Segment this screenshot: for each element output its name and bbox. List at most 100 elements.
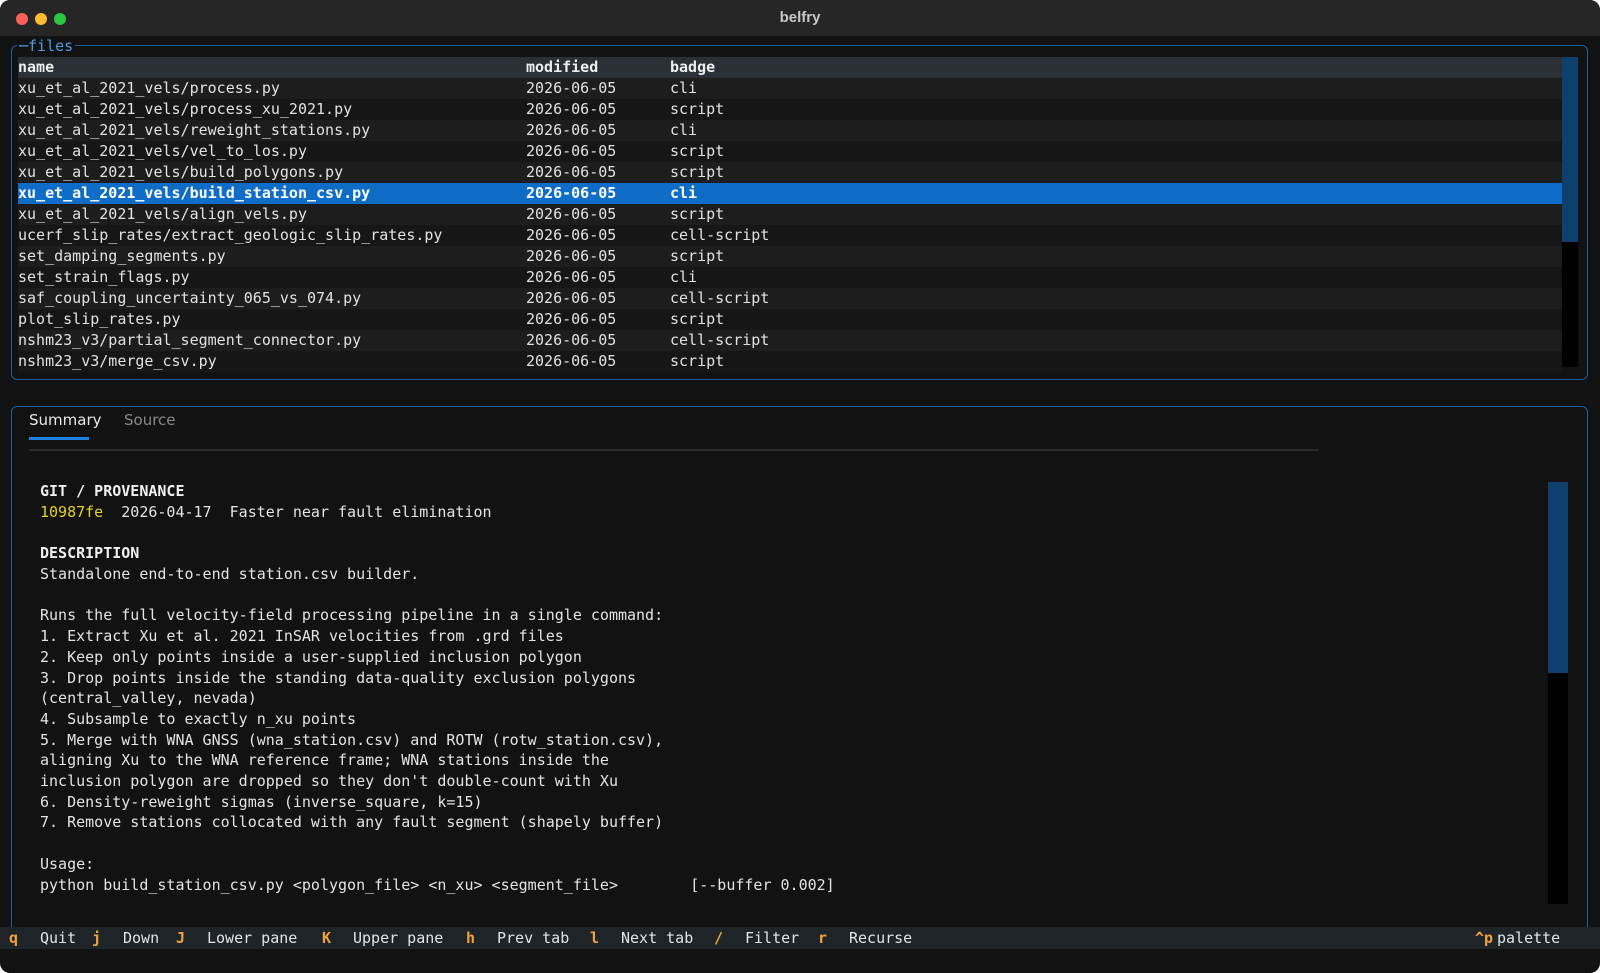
binding-label[interactable]: Next tab (621, 927, 693, 949)
tab-source[interactable]: Source (124, 411, 176, 429)
file-badge-cell: script (670, 247, 725, 265)
description-heading: DESCRIPTION (40, 544, 140, 562)
file-row[interactable]: xu_et_al_2021_vels/process.py 2026-06-05 c… (18, 78, 1562, 99)
file-modified-cell: 2026-06-05 (526, 310, 617, 328)
binding-key[interactable]: r (818, 927, 827, 949)
description-line: inclusion polygon are dropped so they do… (40, 772, 618, 790)
file-badge-cell: cell-script (670, 226, 770, 244)
description-line: (central_valley, nevada) (40, 689, 257, 708)
file-name-cell: xu_et_al_2021_vels/process_xu_2021.py (18, 100, 353, 118)
files-scrollbar-thumb[interactable] (1562, 57, 1578, 242)
file-modified-cell: 2026-06-05 (526, 352, 617, 370)
file-modified-cell: 2026-06-05 (526, 205, 617, 223)
tab-divider (29, 449, 1319, 451)
file-row[interactable]: set_damping_segments.py 2026-06-05 script (18, 246, 1562, 267)
description-line: aligning Xu to the WNA reference frame; … (40, 751, 609, 770)
binding-label[interactable]: Prev tab (497, 927, 569, 949)
detail-scrollbar-thumb[interactable] (1548, 482, 1568, 673)
file-row[interactable]: nshm23_v3/partial_segment_connector.py 20… (18, 330, 1562, 351)
file-row[interactable]: xu_et_al_2021_vels/align_vels.py 2026-06-… (18, 204, 1562, 225)
file-row[interactable]: plot_slip_rates.py 2026-06-05 script (18, 309, 1562, 330)
file-row[interactable]: nshm23_v3/merge_csv.py 2026-06-05 script (18, 351, 1562, 372)
file-badge-cell: cell-script (670, 289, 770, 307)
file-name-cell: nshm23_v3/merge_csv.py (18, 352, 217, 370)
key-bindings-footer: q Quit j Down J Lower pane K Upper pane h Prev ta… (0, 927, 1600, 949)
tab-summary[interactable]: Summary (29, 411, 102, 429)
file-name-cell: xu_et_al_2021_vels/reweight_stations.py (18, 121, 371, 139)
binding-key[interactable]: h (466, 927, 475, 949)
file-name-cell: set_damping_segments.py (18, 247, 226, 265)
description-line: Runs the full velocity-field processing … (40, 606, 664, 625)
description-line: Usage: (40, 854, 95, 873)
commit-date: 2026-04-17 (121, 503, 212, 521)
file-modified-cell: 2026-06-05 (526, 163, 617, 181)
column-header-name[interactable]: name (18, 57, 54, 78)
file-badge-cell: cell-script (670, 331, 770, 349)
binding-label[interactable]: Lower pane (207, 927, 297, 949)
description-line: 5. Merge with WNA GNSS (wna_station.csv)… (40, 730, 664, 749)
file-badge-cell: script (670, 310, 725, 328)
files-table-header: name modified badge (18, 57, 1562, 78)
binding-key[interactable]: q (9, 927, 18, 949)
files-legend-text: files (28, 37, 74, 55)
file-modified-cell: 2026-06-05 (526, 289, 617, 307)
binding-key[interactable]: l (590, 927, 599, 949)
file-name-cell: saf_coupling_uncertainty_065_vs_074.py (18, 289, 362, 307)
file-row[interactable]: xu_et_al_2021_vels/process_xu_2021.py 202… (18, 99, 1562, 120)
binding-key[interactable]: / (714, 927, 723, 949)
description-line: 7. Remove stations collocated with any f… (40, 813, 664, 832)
file-row[interactable]: xu_et_al_2021_vels/vel_to_los.py 2026-06-… (18, 141, 1562, 162)
file-modified-cell: 2026-06-05 (526, 121, 617, 139)
description-line: python build_station_csv.py <polygon_fil… (40, 875, 835, 894)
commit-hash[interactable]: 10987fe (40, 503, 103, 521)
palette-key[interactable]: ^p (1475, 927, 1493, 949)
file-name-cell: ucerf_slip_rates/extract_geologic_slip_r… (18, 226, 443, 244)
binding-label[interactable]: Recurse (849, 927, 912, 949)
binding-label[interactable]: Filter (745, 927, 799, 949)
file-modified-cell: 2026-06-05 (526, 247, 617, 265)
file-modified-cell: 2026-06-05 (526, 331, 617, 349)
file-row[interactable]: xu_et_al_2021_vels/build_station_csv.py 2… (18, 183, 1562, 204)
file-row[interactable]: xu_et_al_2021_vels/build_polygons.py 2026… (18, 162, 1562, 183)
column-header-badge[interactable]: badge (670, 57, 715, 78)
file-name-cell: plot_slip_rates.py (18, 310, 181, 328)
file-row[interactable]: ucerf_slip_rates/extract_geologic_slip_r… (18, 225, 1562, 246)
file-badge-cell: script (670, 205, 725, 223)
file-row[interactable]: saf_coupling_uncertainty_065_vs_074.py 20… (18, 288, 1562, 309)
file-modified-cell: 2026-06-05 (526, 79, 617, 97)
binding-key[interactable]: K (322, 927, 331, 949)
binding-key[interactable]: J (176, 927, 185, 949)
file-name-cell: xu_et_al_2021_vels/align_vels.py (18, 205, 307, 223)
file-modified-cell: 2026-06-05 (526, 268, 617, 286)
file-modified-cell: 2026-06-05 (526, 142, 617, 160)
binding-label[interactable]: Down (123, 927, 159, 949)
file-modified-cell: 2026-06-05 (526, 226, 617, 244)
description-line: 3. Drop points inside the standing data-… (40, 668, 637, 687)
binding-label[interactable]: Upper pane (353, 927, 443, 949)
description-line: 4. Subsample to exactly n_xu points (40, 709, 357, 728)
file-badge-cell: script (670, 163, 725, 181)
active-tab-underline (29, 437, 89, 440)
binding-label[interactable]: Quit (40, 927, 76, 949)
window-title: belfry (779, 9, 821, 26)
palette-label[interactable]: palette (1497, 927, 1560, 949)
file-badge-cell: cli (670, 121, 698, 139)
terminal-window: belfry ─files name modified badge xu_et_… (0, 0, 1600, 973)
file-row[interactable]: xu_et_al_2021_vels/reweight_stations.py 2… (18, 120, 1562, 141)
column-header-modified[interactable]: modified (526, 57, 598, 78)
file-badge-cell: cli (670, 268, 698, 286)
files-panel-title: ─files (17, 37, 76, 55)
file-modified-cell: 2026-06-05 (526, 100, 617, 118)
description-line: 1. Extract Xu et al. 2021 InSAR velociti… (40, 627, 564, 646)
file-row[interactable]: set_strain_flags.py 2026-06-05 cli (18, 267, 1562, 288)
git-provenance-heading: GIT / PROVENANCE (40, 482, 185, 500)
title-bar: belfry (0, 0, 1600, 36)
description-line: Standalone end-to-end station.csv builde… (40, 565, 420, 583)
file-name-cell: set_strain_flags.py (18, 268, 190, 286)
description-line: 6. Density-reweight sigmas (inverse_squa… (40, 792, 483, 811)
file-name-cell: xu_et_al_2021_vels/vel_to_los.py (18, 142, 307, 160)
file-name-cell: xu_et_al_2021_vels/build_station_csv.py (18, 184, 371, 202)
binding-key[interactable]: j (92, 927, 101, 949)
file-badge-cell: script (670, 142, 725, 160)
file-name-cell: xu_et_al_2021_vels/process.py (18, 79, 280, 97)
